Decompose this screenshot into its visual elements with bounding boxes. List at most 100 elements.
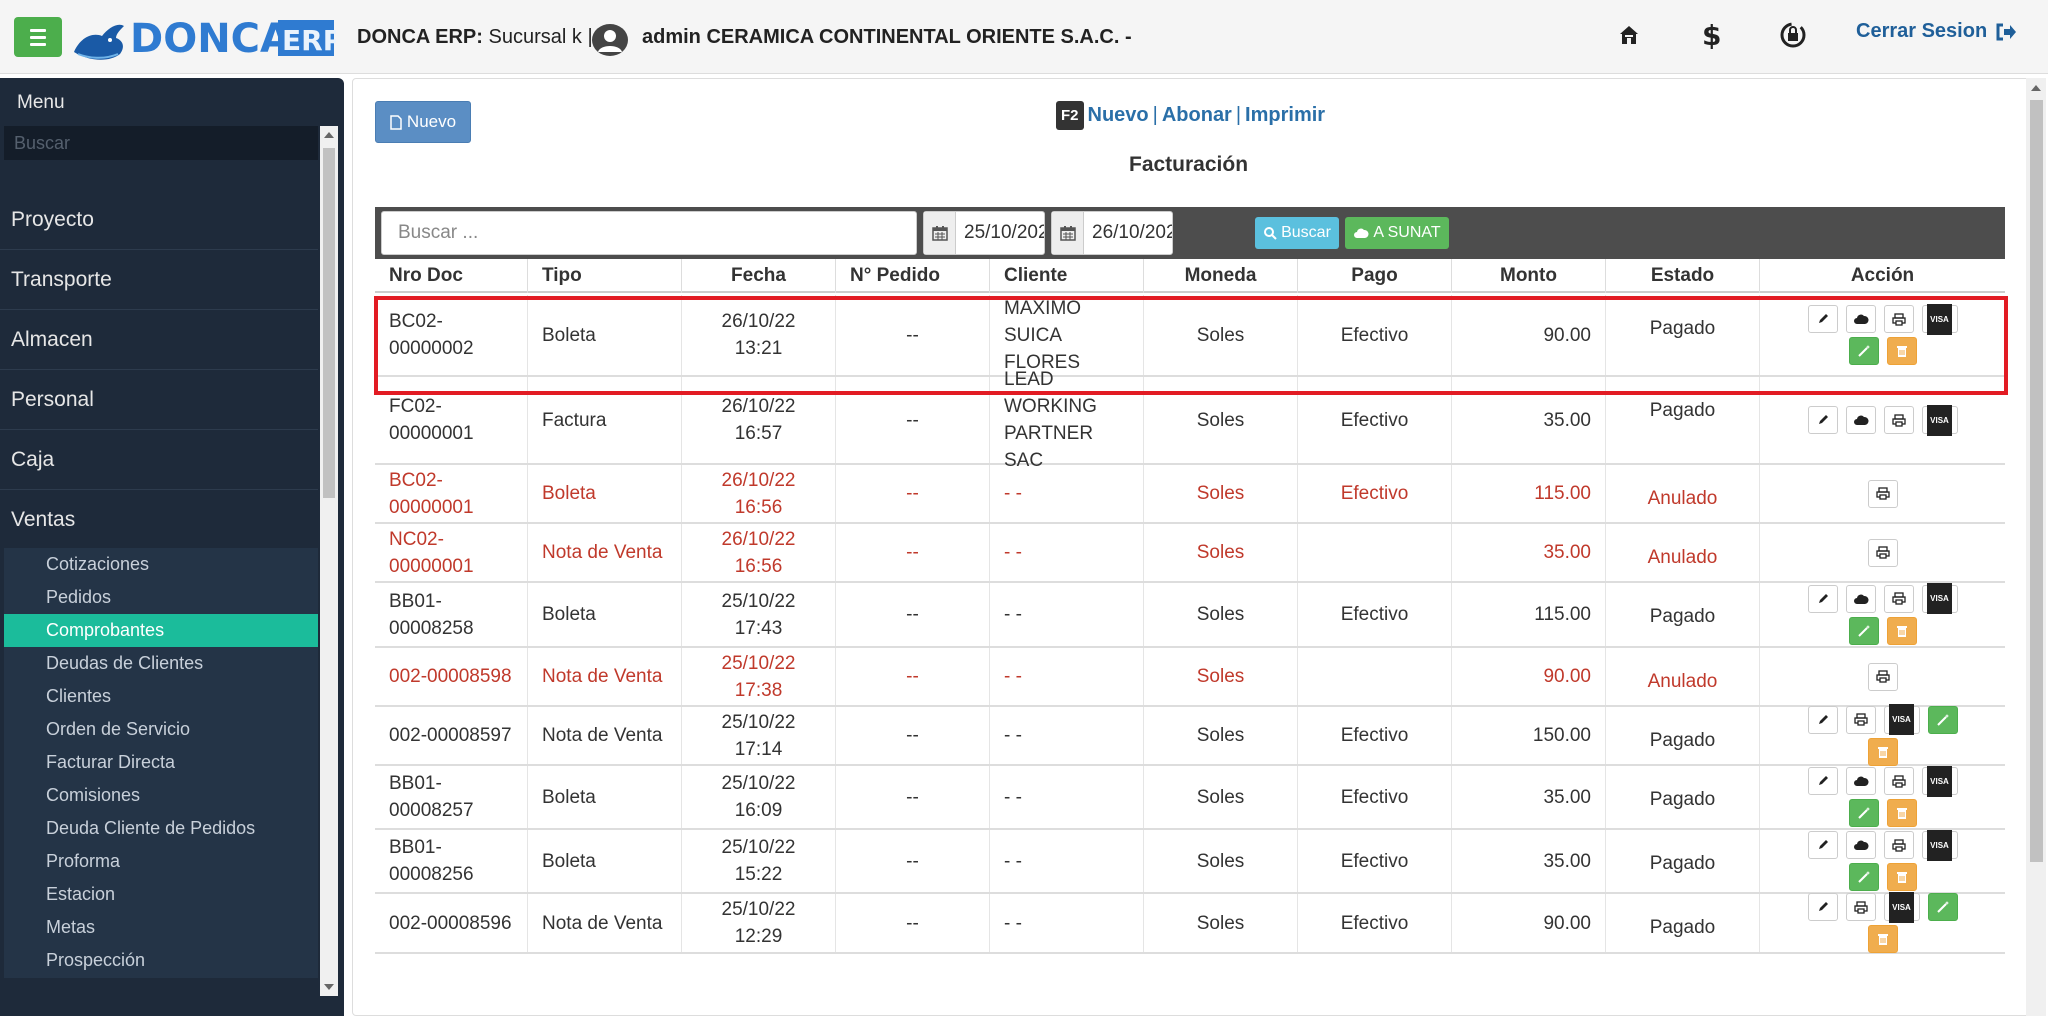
convert-button[interactable] (1848, 337, 1879, 365)
table-row[interactable]: NC02- 00000001 Nota de Venta 26/10/22 16:56 -… (375, 524, 2005, 583)
date-from-field[interactable] (923, 211, 1045, 255)
col-monto[interactable]: Monto (1452, 259, 1606, 293)
convert-button[interactable] (1927, 705, 1958, 734)
print-button[interactable] (1883, 831, 1914, 859)
submenu-facturar-directa[interactable]: Facturar Directa (4, 746, 318, 779)
edit-button[interactable] (1807, 767, 1838, 795)
home-icon[interactable] (1612, 18, 1646, 52)
print-button[interactable] (1883, 767, 1914, 795)
pay-card-button[interactable]: VISA (1921, 583, 1958, 614)
submenu-estacion[interactable]: Estacion (4, 878, 318, 911)
menu-toggle-button[interactable] (14, 17, 62, 57)
sidebar-scrollbar[interactable] (320, 126, 338, 996)
send-sunat-button[interactable] (1845, 584, 1876, 613)
submenu-deuda-cliente-pedidos[interactable]: Deuda Cliente de Pedidos (4, 812, 318, 845)
sidebar-item-proyecto[interactable]: Proyecto (0, 190, 318, 250)
edit-button[interactable] (1807, 305, 1838, 333)
submenu-metas[interactable]: Metas (4, 911, 318, 944)
submenu-orden-servicio[interactable]: Orden de Servicio (4, 713, 318, 746)
send-sunat-button[interactable] (1845, 767, 1876, 795)
pay-card-button[interactable]: VISA (1883, 704, 1920, 735)
submenu-comprobantes[interactable]: Comprobantes (4, 614, 318, 647)
col-cliente[interactable]: Cliente (990, 259, 1144, 293)
scroll-down-arrow-icon[interactable] (324, 984, 334, 990)
col-nro-doc[interactable]: Nro Doc (375, 259, 528, 293)
date-to-field[interactable] (1051, 211, 1173, 255)
print-button[interactable] (1867, 538, 1898, 567)
search-input[interactable] (381, 211, 917, 255)
sunat-button[interactable]: A SUNAT (1345, 217, 1449, 249)
col-pago[interactable]: Pago (1298, 259, 1452, 293)
sidebar-item-transporte[interactable]: Transporte (0, 250, 318, 310)
pay-card-button[interactable]: VISA (1921, 829, 1958, 861)
scroll-up-arrow-icon[interactable] (2031, 85, 2041, 91)
delete-button[interactable] (1867, 737, 1898, 766)
pay-card-button[interactable]: VISA (1921, 404, 1958, 436)
scroll-thumb[interactable] (323, 148, 335, 498)
pay-card-button[interactable]: VISA (1921, 765, 1958, 797)
print-button[interactable] (1883, 584, 1914, 613)
logout-link[interactable]: Cerrar Sesion (1856, 20, 2017, 43)
table-row[interactable]: 002-00008597 Nota de Venta 25/10/22 17:14 --… (375, 704, 2005, 766)
edit-button[interactable] (1807, 584, 1838, 613)
page-scrollbar[interactable] (2026, 78, 2046, 1016)
sidebar-item-ventas[interactable]: Ventas (0, 490, 318, 550)
delete-button[interactable] (1867, 925, 1898, 953)
convert-button[interactable] (1927, 893, 1958, 921)
print-button[interactable] (1845, 705, 1876, 734)
print-button[interactable] (1883, 406, 1914, 434)
lock-refresh-icon[interactable] (1776, 18, 1810, 52)
scroll-up-arrow-icon[interactable] (324, 132, 334, 138)
print-button[interactable] (1867, 662, 1898, 691)
sidebar-item-caja[interactable]: Caja (0, 430, 318, 490)
table-row[interactable]: BB01- 00008256 Boleta 25/10/22 15:22 -- - - Sol… (375, 829, 2005, 894)
pay-card-button[interactable]: VISA (1921, 303, 1958, 335)
scroll-thumb[interactable] (2030, 100, 2043, 862)
link-nuevo[interactable]: Nuevo (1088, 104, 1149, 127)
buscar-button[interactable]: Buscar (1255, 217, 1339, 249)
submenu-pedidos[interactable]: Pedidos (4, 581, 318, 614)
submenu-proforma[interactable]: Proforma (4, 845, 318, 878)
delete-button[interactable] (1886, 616, 1917, 645)
table-row[interactable]: 002-00008596 Nota de Venta 25/10/22 12:29 --… (375, 891, 2005, 954)
edit-button[interactable] (1807, 893, 1838, 921)
pay-card-button[interactable]: VISA (1883, 891, 1920, 923)
dollar-icon[interactable]: $ (1694, 18, 1728, 52)
send-sunat-button[interactable] (1845, 831, 1876, 859)
col-estado[interactable]: Estado (1606, 259, 1760, 293)
submenu-deudas-clientes[interactable]: Deudas de Clientes (4, 647, 318, 680)
convert-button[interactable] (1848, 863, 1879, 891)
table-row[interactable]: BB01- 00008258 Boleta 25/10/22 17:43 -- - - Sol… (375, 583, 2005, 648)
edit-button[interactable] (1807, 406, 1838, 434)
nuevo-button[interactable]: Nuevo (375, 101, 471, 143)
submenu-prospeccion[interactable]: Prospección (4, 944, 318, 977)
date-from-input[interactable] (956, 222, 1044, 244)
send-sunat-button[interactable] (1845, 305, 1876, 333)
table-row[interactable]: 002-00008598 Nota de Venta 25/10/22 17:38 --… (375, 648, 2005, 707)
submenu-cotizaciones[interactable]: Cotizaciones (4, 548, 318, 581)
convert-button[interactable] (1848, 616, 1879, 645)
donca-erp-logo[interactable]: DONCA ERP (70, 8, 336, 66)
sidebar-item-personal[interactable]: Personal (0, 370, 318, 430)
send-sunat-button[interactable] (1845, 406, 1876, 434)
delete-button[interactable] (1886, 799, 1917, 827)
link-imprimir[interactable]: Imprimir (1245, 104, 1325, 127)
convert-button[interactable] (1848, 799, 1879, 827)
table-row[interactable]: BB01- 00008257 Boleta 25/10/22 16:09 -- - - Sol… (375, 765, 2005, 830)
submenu-comisiones[interactable]: Comisiones (4, 779, 318, 812)
date-to-input[interactable] (1084, 222, 1172, 244)
delete-button[interactable] (1886, 337, 1917, 365)
col-moneda[interactable]: Moneda (1144, 259, 1298, 293)
print-button[interactable] (1867, 479, 1898, 508)
edit-button[interactable] (1807, 705, 1838, 734)
col-pedido[interactable]: N° Pedido (836, 259, 990, 293)
sidebar-item-almacen[interactable]: Almacen (0, 310, 318, 370)
delete-button[interactable] (1886, 863, 1917, 891)
link-abonar[interactable]: Abonar (1162, 104, 1232, 127)
col-fecha[interactable]: Fecha (682, 259, 836, 293)
edit-button[interactable] (1807, 831, 1838, 859)
col-tipo[interactable]: Tipo (528, 259, 682, 293)
col-accion[interactable]: Acción (1760, 259, 2005, 293)
table-row[interactable]: BC02- 00000001 Boleta 26/10/22 16:56 -- - - Sol… (375, 465, 2005, 524)
submenu-clientes[interactable]: Clientes (4, 680, 318, 713)
